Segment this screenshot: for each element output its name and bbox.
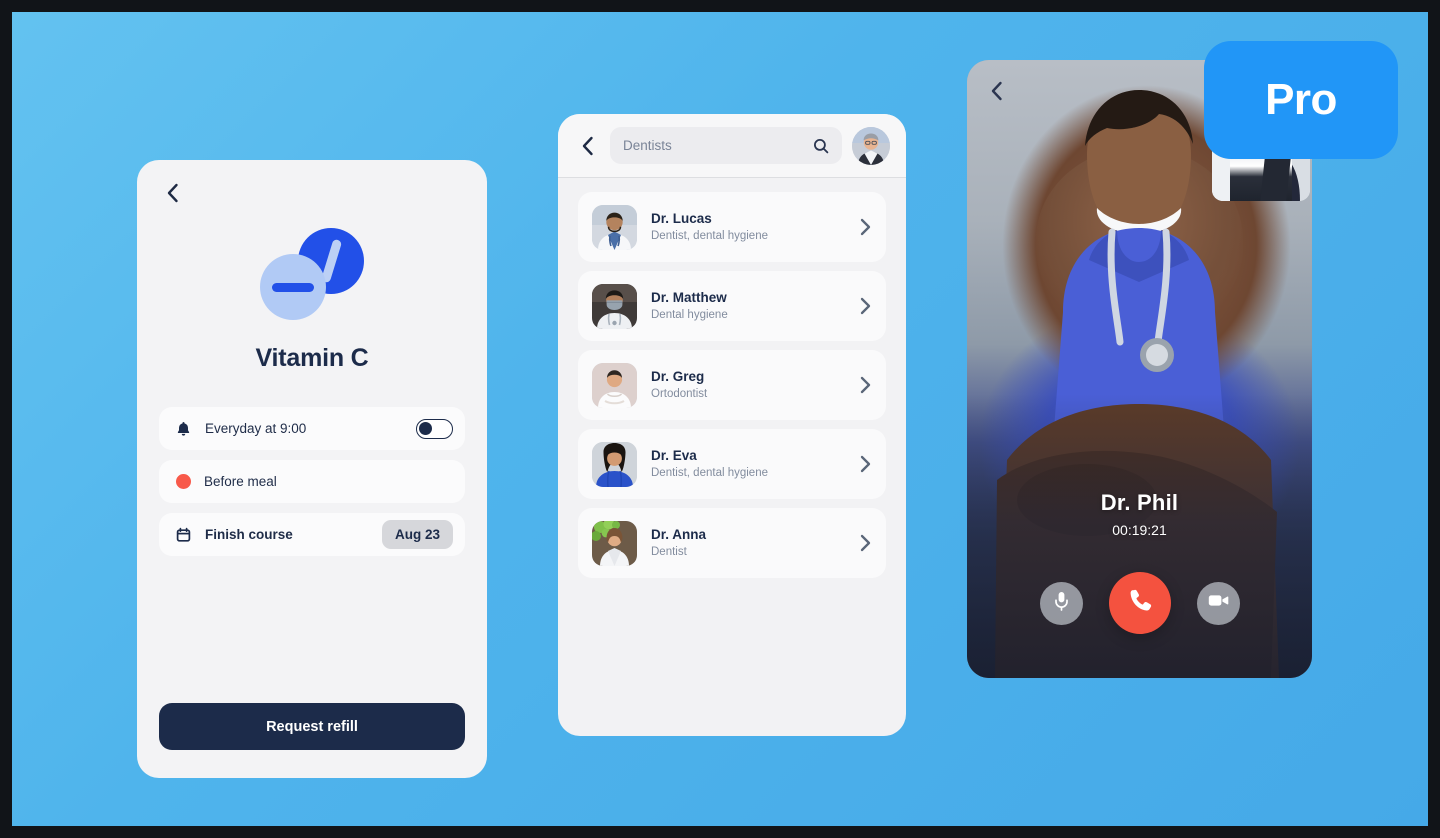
reminder-row[interactable]: Everyday at 9:00 [159,407,465,450]
red-dot-icon [176,474,191,489]
medication-detail-rows: Everyday at 9:00 Before meal Finish cour… [137,407,487,556]
medication-detail-screen: Vitamin C Everyday at 9:00 Before meal F… [137,160,487,778]
avatar[interactable] [852,126,890,165]
reminder-toggle[interactable] [416,418,453,439]
finish-date-badge[interactable]: Aug 23 [381,520,453,549]
doctor-specialty: Dentist, dental hygiene [651,467,768,480]
search-input-container[interactable] [610,127,842,164]
doctor-avatar [592,204,637,250]
doctor-name: Dr. Matthew [651,289,727,305]
meal-timing-row[interactable]: Before meal [159,460,465,503]
doctor-list-item[interactable]: Dr. Eva Dentist, dental hygiene [578,429,886,499]
doctor-name: Dr. Anna [651,526,707,542]
doctor-name: Dr. Greg [651,368,705,384]
doctor-info: Dr. Eva Dentist, dental hygiene [651,446,846,483]
chevron-right-icon[interactable] [860,297,872,315]
caller-info: Dr. Phil 00:19:21 [967,490,1312,538]
doctors-list-screen: Dr. Lucas Dentist, dental hygiene [558,114,906,736]
search-input[interactable] [623,138,805,153]
doctor-specialty: Dental hygiene [651,309,728,322]
chevron-right-icon[interactable] [860,218,872,236]
doctor-specialty: Dentist [651,546,687,559]
finish-course-row[interactable]: Finish course Aug 23 [159,513,465,556]
page-title: Vitamin C [255,344,369,372]
caller-name: Dr. Phil [1100,490,1179,515]
doctor-list-item[interactable]: Dr. Lucas Dentist, dental hygiene [578,192,886,262]
doctors-list: Dr. Lucas Dentist, dental hygiene Dr. Ma… [558,178,906,592]
doctor-name: Dr. Eva [651,447,697,463]
meal-timing-label: Before meal [204,474,277,489]
chevron-right-icon[interactable] [860,455,872,473]
end-call-button[interactable] [1108,572,1171,634]
medication-header: Vitamin C [137,160,487,373]
doctor-info: Dr. Greg Ortodontist [651,367,846,404]
doctor-info: Dr. Anna Dentist [651,525,846,562]
call-controls [967,572,1312,634]
doctor-specialty: Dentist, dental hygiene [651,230,768,243]
pill-capsule-icon [260,228,364,320]
doctor-list-item[interactable]: Dr. Anna Dentist [578,508,886,578]
search-icon[interactable] [813,138,829,154]
doctor-info: Dr. Matthew Dental hygiene [651,288,846,325]
screenshot-frame: Vitamin C Everyday at 9:00 Before meal F… [0,0,1440,838]
chevron-right-icon[interactable] [860,376,872,394]
microphone-icon [1053,591,1070,616]
doctor-avatar [592,362,637,408]
mic-button[interactable] [1039,581,1083,625]
bell-icon [175,420,192,437]
finish-course-label: Finish course [205,527,293,542]
doctor-name: Dr. Lucas [651,210,712,226]
chevron-right-icon[interactable] [860,534,872,552]
reminder-label: Everyday at 9:00 [205,421,307,436]
doctor-info: Dr. Lucas Dentist, dental hygiene [651,209,846,246]
background-stage: Vitamin C Everyday at 9:00 Before meal F… [12,12,1428,826]
chevron-left-icon[interactable] [983,78,1009,104]
video-camera-icon [1208,593,1229,613]
doctor-list-item[interactable]: Dr. Matthew Dental hygiene [578,271,886,341]
request-refill-button[interactable]: Request refill [159,703,465,750]
doctor-avatar [592,441,637,487]
pro-badge[interactable]: Pro [1204,41,1398,159]
doctor-list-item[interactable]: Dr. Greg Ortodontist [578,350,886,420]
chevron-left-icon[interactable] [159,180,185,206]
pro-badge-label: Pro [1265,75,1337,124]
doctors-header [558,114,906,178]
phone-icon [1126,587,1154,620]
call-timer: 00:19:21 [1112,522,1167,538]
calendar-icon [175,526,192,543]
doctor-avatar [592,283,637,329]
doctor-avatar [592,520,637,566]
chevron-left-icon[interactable] [574,133,600,159]
video-button[interactable] [1196,581,1240,625]
doctor-specialty: Ortodontist [651,388,708,401]
